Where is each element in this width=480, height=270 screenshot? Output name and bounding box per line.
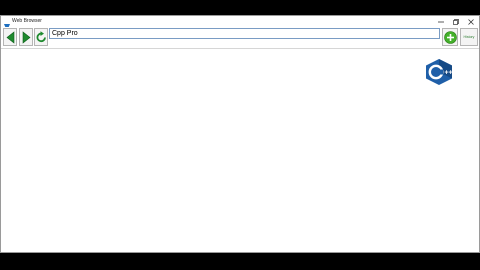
refresh-icon <box>36 31 46 43</box>
letterbox-bottom <box>0 253 480 270</box>
forward-button[interactable] <box>19 28 33 46</box>
cpp-logo-plus: ++ <box>445 70 453 77</box>
back-arrow-icon <box>6 30 14 44</box>
web-content-area[interactable]: ++ <box>1 50 479 252</box>
close-button[interactable] <box>464 16 477 27</box>
toolbar: History <box>1 27 479 49</box>
go-button[interactable] <box>442 28 458 46</box>
refresh-button[interactable] <box>34 28 48 46</box>
address-bar-input[interactable] <box>49 28 440 39</box>
cpp-logo-icon: ++ <box>426 59 453 85</box>
back-button[interactable] <box>3 28 17 46</box>
forward-arrow-icon <box>22 30 30 44</box>
letterbox-top <box>0 0 480 15</box>
browser-window: Web Browser Cpp Pro History ++ <box>0 15 480 253</box>
add-go-icon <box>443 30 457 44</box>
history-button[interactable]: History <box>460 28 478 46</box>
app-icon <box>4 18 10 31</box>
maximize-button[interactable] <box>449 16 462 27</box>
window-title: Web Browser <box>12 18 42 24</box>
history-label: History <box>463 35 475 39</box>
minimize-button[interactable] <box>434 16 447 27</box>
title-bar: Web Browser <box>1 16 479 31</box>
